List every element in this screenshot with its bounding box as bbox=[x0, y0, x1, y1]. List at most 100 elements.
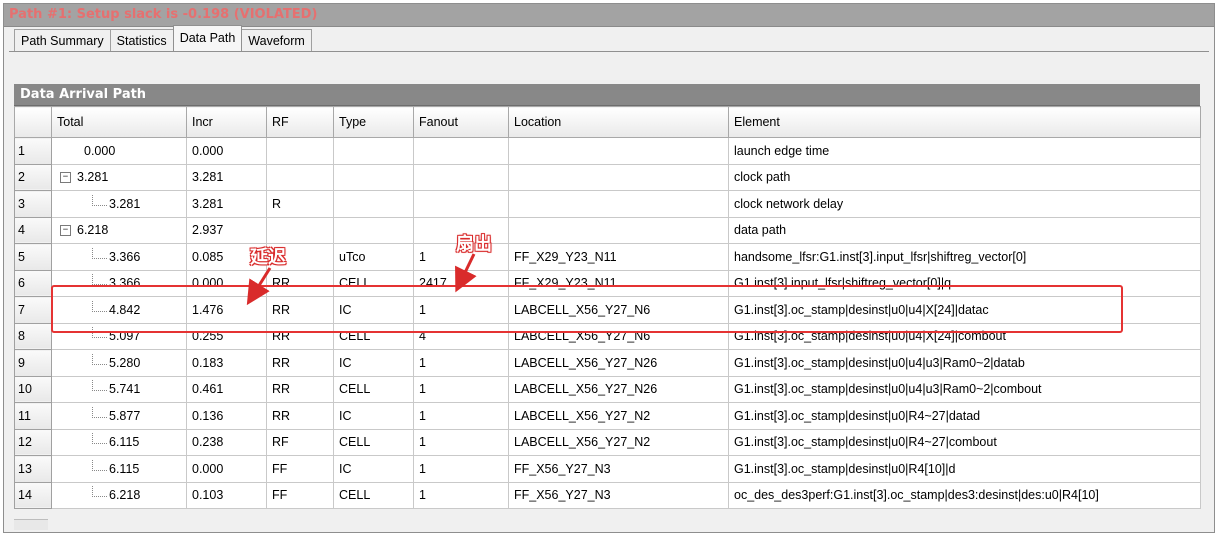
total-cell: 4.842 bbox=[51, 296, 187, 324]
column-header-total[interactable]: Total bbox=[51, 106, 187, 138]
row-index-cell: 14 bbox=[14, 481, 52, 509]
table-row[interactable]: 12 6.115 0.238 RF CELL 1 LABCELL_X56_Y27_N2 G1.… bbox=[14, 428, 1201, 456]
column-header-fanout[interactable]: Fanout bbox=[413, 106, 509, 138]
table-row[interactable]: 13 6.115 0.000 FF IC 1 FF_X56_Y27_N3 G1.inst[3]… bbox=[14, 455, 1201, 483]
table-row[interactable]: 10 5.741 0.461 RR CELL 1 LABCELL_X56_Y27_N26 G1… bbox=[14, 375, 1201, 403]
rf-cell: FF bbox=[266, 455, 334, 483]
section-header-data-arrival-path: Data Arrival Path bbox=[14, 84, 1200, 106]
column-header-element[interactable]: Element bbox=[728, 106, 1201, 138]
column-header-incr[interactable]: Incr bbox=[186, 106, 267, 138]
fanout-cell bbox=[413, 163, 509, 191]
tab-data-path[interactable]: Data Path bbox=[172, 25, 243, 51]
total-cell: −6.218 bbox=[51, 216, 187, 244]
table-row[interactable]: 7 4.842 1.476 RR IC 1 LABCELL_X56_Y27_N6 G1.ins… bbox=[14, 296, 1201, 324]
row-index-cell: 5 bbox=[14, 243, 52, 271]
window-title: Path #1: Setup slack is -0.198 (VIOLATED… bbox=[4, 4, 1214, 27]
incr-cell: 0.103 bbox=[186, 481, 267, 509]
total-value: 6.115 bbox=[109, 461, 140, 476]
tree-branch-icon bbox=[92, 194, 107, 206]
row-index-cell: 13 bbox=[14, 455, 52, 483]
tree-branch-icon bbox=[92, 353, 107, 365]
element-cell: clock network delay bbox=[728, 190, 1201, 218]
minus-box-icon[interactable]: − bbox=[60, 225, 71, 237]
location-cell: FF_X56_Y27_N3 bbox=[508, 481, 729, 509]
table-row[interactable]: 6 3.366 0.000 RR CELL 2417 FF_X29_Y23_N11 G1.in… bbox=[14, 269, 1201, 297]
total-value: 5.280 bbox=[109, 355, 141, 370]
total-cell: 3.366 bbox=[51, 269, 187, 297]
table-row[interactable]: 8 5.097 0.255 RR CELL 4 LABCELL_X56_Y27_N6 G1.i… bbox=[14, 322, 1201, 350]
rf-cell bbox=[266, 216, 334, 244]
rf-cell: RR bbox=[266, 296, 334, 324]
column-header-type[interactable]: Type bbox=[333, 106, 414, 138]
fanout-cell: 2417 bbox=[413, 269, 509, 297]
element-cell: handsome_lfsr:G1.inst[3].input_lfsr|shif… bbox=[728, 243, 1201, 271]
table-row[interactable]: 4−6.218 2.937 data path bbox=[14, 216, 1201, 244]
element-cell: oc_des_des3perf:G1.inst[3].oc_stamp|des3… bbox=[728, 481, 1201, 509]
tab-path-summary[interactable]: Path Summary bbox=[14, 29, 111, 51]
row-index-cell: 3 bbox=[14, 190, 52, 218]
element-cell: data path bbox=[728, 216, 1201, 244]
row-index-cell: 7 bbox=[14, 296, 52, 324]
table-header-row: Total Incr RF Type Fanout Location Eleme… bbox=[14, 106, 1201, 138]
location-cell bbox=[508, 190, 729, 218]
total-value: 3.281 bbox=[109, 196, 141, 211]
table-row[interactable]: 3 3.281 3.281 Rclock network delay bbox=[14, 190, 1201, 218]
rf-cell: RR bbox=[266, 349, 334, 377]
location-cell bbox=[508, 216, 729, 244]
total-value: 4.842 bbox=[109, 302, 141, 317]
tab-divider bbox=[9, 51, 1209, 52]
total-cell: 6.115 bbox=[51, 428, 187, 456]
total-value: 5.877 bbox=[109, 408, 141, 423]
table-row[interactable]: 14 6.218 0.103 FF CELL 1 FF_X56_Y27_N3 oc_des_d… bbox=[14, 481, 1201, 509]
table-row[interactable]: 9 5.280 0.183 RR IC 1 LABCELL_X56_Y27_N26 G1.in… bbox=[14, 349, 1201, 377]
total-value: 5.097 bbox=[109, 329, 141, 344]
row-index-cell: 4 bbox=[14, 216, 52, 244]
total-cell: 3.281 bbox=[51, 190, 187, 218]
total-cell: 5.280 bbox=[51, 349, 187, 377]
column-header-index[interactable] bbox=[14, 106, 52, 138]
element-cell: launch edge time bbox=[728, 137, 1201, 165]
incr-cell: 0.238 bbox=[186, 428, 267, 456]
total-cell: 3.366 bbox=[51, 243, 187, 271]
location-cell: FF_X29_Y23_N11 bbox=[508, 269, 729, 297]
element-cell: G1.inst[3].input_lfsr|shiftreg_vector[0]… bbox=[728, 269, 1201, 297]
tab-statistics[interactable]: Statistics bbox=[109, 29, 174, 51]
horizontal-scrollbar[interactable] bbox=[14, 519, 48, 530]
tree-branch-icon bbox=[92, 247, 107, 259]
location-cell: LABCELL_X56_Y27_N26 bbox=[508, 375, 729, 403]
rf-cell: R bbox=[266, 190, 334, 218]
type-cell: CELL bbox=[333, 428, 414, 456]
tree-branch-icon bbox=[92, 380, 107, 392]
location-cell bbox=[508, 163, 729, 191]
tab-waveform[interactable]: Waveform bbox=[241, 29, 312, 51]
minus-box-icon[interactable]: − bbox=[60, 172, 71, 184]
fanout-cell: 1 bbox=[413, 455, 509, 483]
total-value: 3.366 bbox=[109, 249, 141, 264]
table-row[interactable]: 2−3.281 3.281 clock path bbox=[14, 163, 1201, 191]
type-cell: CELL bbox=[333, 322, 414, 350]
total-cell: 5.877 bbox=[51, 402, 187, 430]
total-value: 6.218 bbox=[109, 488, 141, 503]
rf-cell: RR bbox=[266, 269, 334, 297]
tree-branch-icon bbox=[92, 459, 107, 471]
type-cell bbox=[333, 163, 414, 191]
incr-cell: 0.000 bbox=[186, 137, 267, 165]
fanout-annotation: 扇出 bbox=[456, 234, 492, 255]
type-cell: CELL bbox=[333, 481, 414, 509]
table-row[interactable]: 11 5.877 0.136 RR IC 1 LABCELL_X56_Y27_N2 G1.in… bbox=[14, 402, 1201, 430]
fanout-cell: 1 bbox=[413, 349, 509, 377]
column-header-rf[interactable]: RF bbox=[266, 106, 334, 138]
row-index-cell: 1 bbox=[14, 137, 52, 165]
tree-branch-icon bbox=[92, 327, 107, 339]
total-cell: 5.097 bbox=[51, 322, 187, 350]
table-row[interactable]: 1 0.000 0.000 launch edge time bbox=[14, 137, 1201, 165]
tab-bar: Path Summary Statistics Data Path Wavefo… bbox=[14, 25, 312, 51]
column-header-location[interactable]: Location bbox=[508, 106, 729, 138]
row-index-cell: 6 bbox=[14, 269, 52, 297]
type-cell: IC bbox=[333, 349, 414, 377]
rf-cell: RR bbox=[266, 322, 334, 350]
row-index-cell: 9 bbox=[14, 349, 52, 377]
table-row[interactable]: 5 3.366 0.085 uTco 1 FF_X29_Y23_N11 handsome_l… bbox=[14, 243, 1201, 271]
fanout-cell: 1 bbox=[413, 402, 509, 430]
total-cell: 6.115 bbox=[51, 455, 187, 483]
